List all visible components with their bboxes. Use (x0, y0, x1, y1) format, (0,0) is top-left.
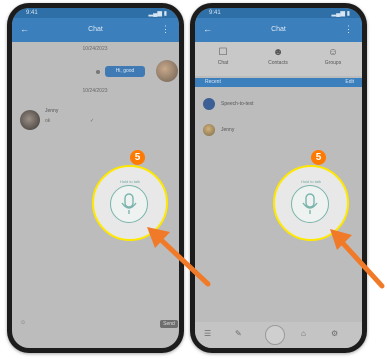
arrow-left (147, 227, 211, 287)
pointer-arrows (147, 227, 385, 289)
arrow-right (330, 229, 385, 289)
